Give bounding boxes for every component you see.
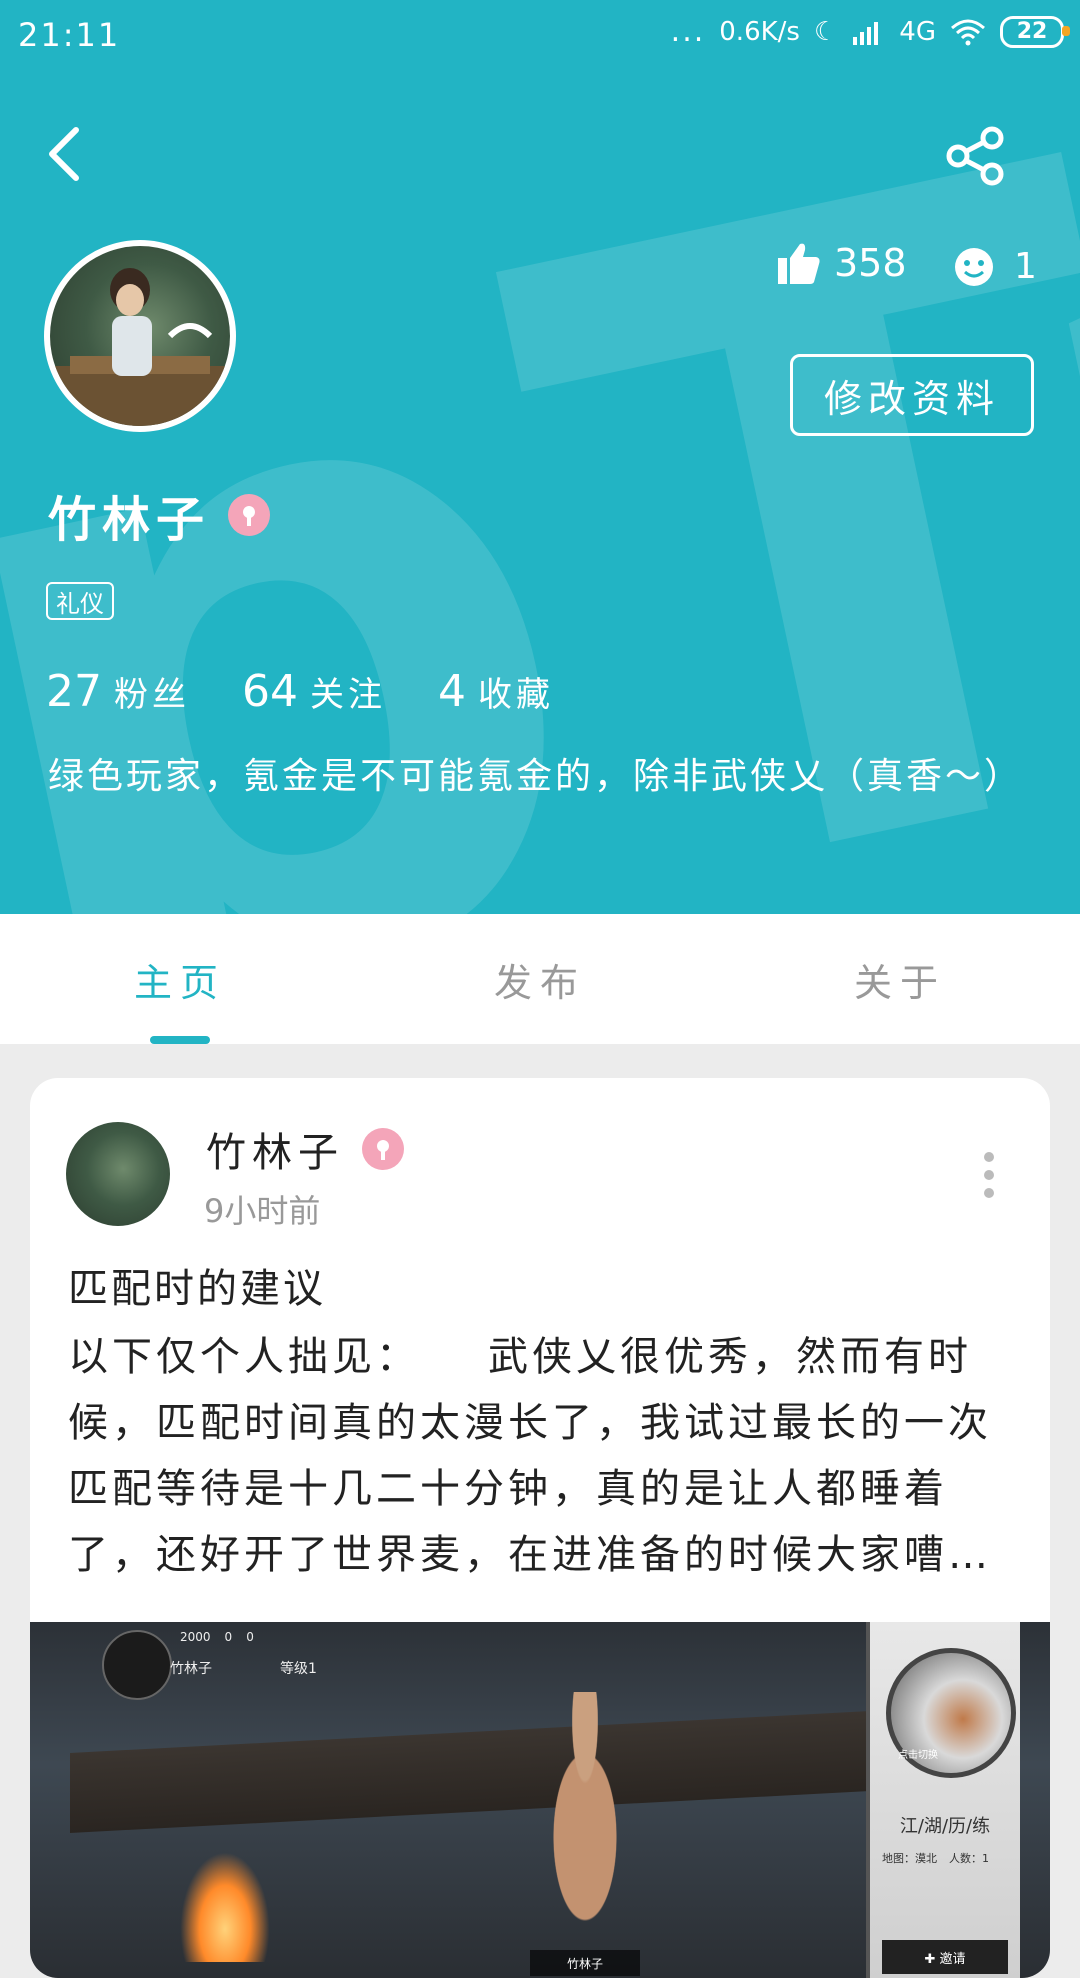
game-panel-title: 江/湖/历/练 [899,1816,991,1837]
profile-username: 竹林子 [48,492,211,548]
back-arrow-icon[interactable] [44,124,84,184]
profile-stats: 27 粉丝 64 关注 4 收藏 [46,666,606,717]
profile-bio: 绿色玩家，氪金是不可能氪金的，除非武侠乂（真香～） [48,756,1024,797]
post-title[interactable]: 匹配时的建议 [68,1256,326,1314]
wifi-icon [951,19,985,45]
likes-counter[interactable]: 358 [776,240,907,286]
active-tab-indicator [150,1036,210,1044]
game-map-label: 地图：漠北 [882,1852,937,1865]
post-body[interactable]: 以下仅个人拙见： 武侠乂很优秀，然而有时候，匹配时间真的太漫长了，我试过最长的一… [68,1324,1018,1584]
game-nameplate: 竹林子 [530,1950,640,1976]
game-coin-3: 0 [246,1630,254,1644]
gender-badge-icon [362,1128,404,1170]
following-count[interactable]: 64 [242,666,298,717]
more-dots-indicator: ... [670,14,706,49]
post-author-avatar[interactable] [66,1122,170,1226]
battery-level: 22 [1016,19,1048,44]
fans-label[interactable]: 粉丝 [114,667,190,716]
favorites-label[interactable]: 收藏 [478,667,554,716]
signal-icon [853,21,879,45]
network-type: 4G [899,16,936,47]
likes-count: 358 [834,241,907,285]
gender-badge-icon [228,494,271,536]
scene-roof [70,1711,870,1833]
post-author-row: 竹林子 [206,1120,404,1178]
thumbs-up-icon [778,243,820,284]
tab-home[interactable]: 主页 [0,914,360,1044]
avatar-image [50,246,230,426]
username-row: 竹林子 [48,480,271,550]
post-author-name[interactable]: 竹林子 [206,1120,344,1178]
game-invite-button: ✚ 邀请 [882,1940,1008,1974]
tab-posts[interactable]: 发布 [360,914,720,1044]
role-tag: 礼仪 [46,582,114,620]
game-character [530,1692,640,1978]
more-options-icon[interactable] [984,1152,998,1198]
favorites-count[interactable]: 4 [438,666,466,717]
campfire [180,1852,270,1962]
status-icons: ... 0.6K/s ☾ 4G 22 [670,14,1070,49]
portal-switch-text: 点击切换 [898,1750,938,1761]
following-label[interactable]: 关注 [310,667,386,716]
game-player-name: 竹林子 [170,1661,212,1677]
status-time: 21:11 [18,16,121,54]
share-icon[interactable] [946,126,1006,186]
post-timestamp: 9小时前 [204,1192,321,1230]
profile-header: pTa 21:11 ... 0.6K/s ☾ 4G 22 358 1 修改资料 … [0,0,1080,914]
smiley-icon [955,247,993,286]
tab-about[interactable]: 关于 [720,914,1080,1044]
profile-avatar[interactable] [44,240,236,432]
status-bar: 21:11 ... 0.6K/s ☾ 4G 22 [0,0,1080,72]
game-player-avatar [102,1630,172,1700]
profile-tabs: 主页 发布 关于 [0,914,1080,1044]
game-player-level: 等级1 [280,1661,317,1677]
reactions-count: 1 [1014,246,1037,287]
game-people-label: 人数：1 [949,1852,989,1865]
game-coin-2: 0 [224,1630,233,1644]
edit-profile-button[interactable]: 修改资料 [790,354,1034,436]
game-side-panel: 点击切换 江/湖/历/练 地图：漠北 人数：1 ✚ 邀请 [866,1622,1020,1978]
moon-icon: ☾ [813,16,838,47]
game-currency-bar: 2000 0 0 [180,1630,254,1644]
post-image[interactable]: 2000 0 0 竹林子 等级1 竹林子 点击切换 江/湖/历/练 地图：漠北 … [30,1622,1050,1978]
game-panel-info: 地图：漠北 人数：1 [882,1850,989,1866]
reactions-counter[interactable]: 1 [954,246,1037,287]
game-coin-1: 2000 [180,1630,211,1644]
net-speed: 0.6K/s [719,16,800,47]
post-card[interactable]: 竹林子 9小时前 匹配时的建议 以下仅个人拙见： 武侠乂很优秀，然而有时候，匹配… [30,1078,1050,1978]
fans-count[interactable]: 27 [46,666,102,717]
battery-icon: 22 [1000,15,1070,48]
